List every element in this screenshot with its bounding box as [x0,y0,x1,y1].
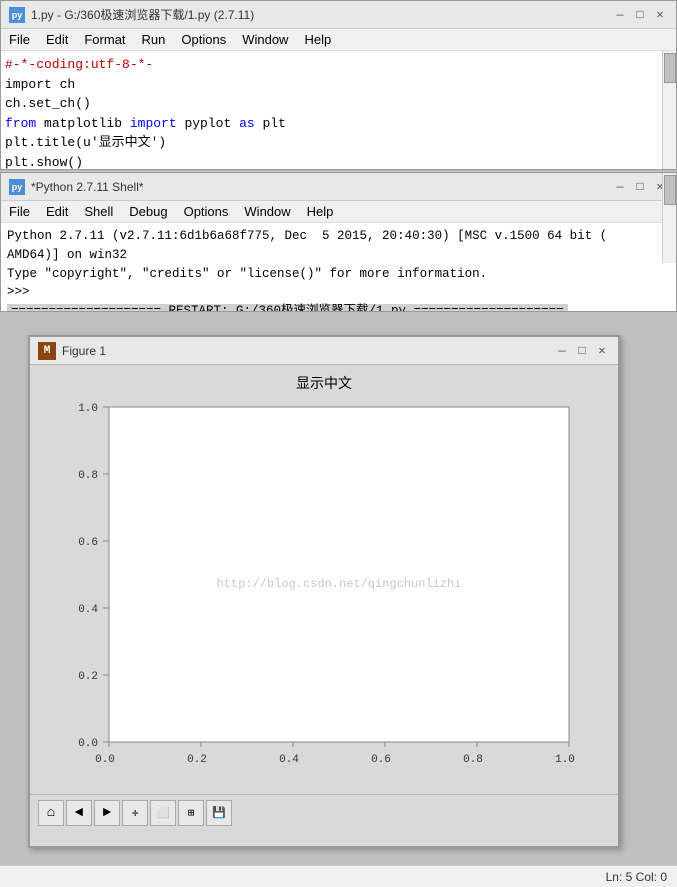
editor-menubar: File Edit Format Run Options Window Help [1,29,676,51]
code-line-4: from matplotlib import pyplot as plt [5,116,286,131]
toolbar-back-btn[interactable]: ◄ [66,800,92,826]
code-line-1: #-*-coding:utf-8-*- [5,57,153,72]
svg-text:http://blog.csdn.net/qingchunl: http://blog.csdn.net/qingchunlizhi [217,577,462,591]
figure-title-text: Figure 1 [62,344,106,358]
svg-text:1.0: 1.0 [555,754,575,766]
editor-menu-help[interactable]: Help [296,29,339,50]
figure-close-btn[interactable]: ✕ [594,343,610,359]
editor-menu-options[interactable]: Options [173,29,234,50]
shell-scrollbar[interactable] [662,223,676,263]
shell-menu-debug[interactable]: Debug [121,201,175,222]
figure-maximize-btn[interactable]: □ [574,343,590,359]
editor-maximize-btn[interactable]: □ [632,7,648,23]
editor-menu-edit[interactable]: Edit [38,29,76,50]
editor-title-text: 1.py - G:/360极速浏览器下载/1.py (2.7.11) [31,6,254,23]
figure-minimize-btn[interactable]: — [554,343,570,359]
shell-icon: py [9,179,25,195]
figure-title-bar: M Figure 1 — □ ✕ [30,337,618,365]
status-text: Ln: 5 Col: 0 [606,870,667,884]
code-line-3: ch.set_ch() [5,96,91,111]
editor-scrollbar[interactable] [662,51,676,169]
editor-menu-file[interactable]: File [1,29,38,50]
svg-text:0.6: 0.6 [78,537,98,549]
shell-menu-file[interactable]: File [1,201,38,222]
editor-menu-window[interactable]: Window [234,29,296,50]
editor-minimize-btn[interactable]: — [612,7,628,23]
shell-window: py *Python 2.7.11 Shell* — □ ✕ File Edit… [0,172,677,312]
figure-title-left: M Figure 1 [38,342,106,360]
shell-title-bar: py *Python 2.7.11 Shell* — □ ✕ [1,173,676,201]
figure-icon: M [38,342,56,360]
svg-text:0.8: 0.8 [463,754,483,766]
editor-icon: py [9,7,25,23]
toolbar-subplot-btn[interactable]: ⊞ [178,800,204,826]
editor-menu-format[interactable]: Format [76,29,133,50]
shell-title-left: py *Python 2.7.11 Shell* [9,179,144,195]
shell-menu-shell[interactable]: Shell [76,201,121,222]
editor-title-bar: py 1.py - G:/360极速浏览器下载/1.py (2.7.11) — … [1,1,676,29]
shell-window-controls: — □ ✕ [612,179,668,195]
plot-title: 显示中文 [40,373,608,393]
editor-window-controls: — □ ✕ [612,7,668,23]
editor-scrollbar-thumb[interactable] [664,53,676,83]
svg-text:0.2: 0.2 [78,671,98,683]
svg-text:0.0: 0.0 [95,754,115,766]
shell-menu-help[interactable]: Help [299,201,342,222]
restart-line: ==================== RESTART: G:/360极速浏览… [7,304,568,311]
figure-content: 显示中文 0.0 0.2 [30,365,618,794]
plot-svg: 0.0 0.2 0.4 0.6 0.8 1.0 0.0 0.2 [54,397,594,777]
toolbar-zoom-btn[interactable]: ⬜ [150,800,176,826]
editor-close-btn[interactable]: ✕ [652,7,668,23]
plot-area: 0.0 0.2 0.4 0.6 0.8 1.0 0.0 0.2 [40,397,608,787]
figure-window: M Figure 1 — □ ✕ 显示中文 [28,335,620,848]
svg-text:0.8: 0.8 [78,470,98,482]
figure-window-controls: — □ ✕ [554,343,610,359]
svg-text:0.2: 0.2 [187,754,207,766]
svg-text:0.0: 0.0 [78,738,98,750]
shell-output: Python 2.7.11 (v2.7.11:6d1b6a68f775, Dec… [7,227,670,311]
toolbar-home-btn[interactable]: ⌂ [38,800,64,826]
editor-title-left: py 1.py - G:/360极速浏览器下载/1.py (2.7.11) [9,6,254,23]
shell-menubar: File Edit Shell Debug Options Window Hel… [1,201,676,223]
shell-title-text: *Python 2.7.11 Shell* [31,180,144,194]
shell-maximize-btn[interactable]: □ [632,179,648,195]
svg-text:0.4: 0.4 [279,754,299,766]
svg-text:0.6: 0.6 [371,754,391,766]
shell-menu-window[interactable]: Window [236,201,298,222]
plot-container: 显示中文 0.0 0.2 [40,373,608,786]
toolbar-save-btn[interactable]: 💾 [206,800,232,826]
svg-text:1.0: 1.0 [78,403,98,415]
svg-text:0.4: 0.4 [78,604,98,616]
editor-content[interactable]: #-*-coding:utf-8-*- import ch ch.set_ch(… [1,51,676,169]
toolbar-forward-btn[interactable]: ► [94,800,120,826]
shell-menu-edit[interactable]: Edit [38,201,76,222]
status-bar: Ln: 5 Col: 0 [0,865,677,887]
code-line-5: plt.title(u'显示中文') [5,135,166,150]
shell-menu-options[interactable]: Options [176,201,237,222]
shell-content[interactable]: Python 2.7.11 (v2.7.11:6d1b6a68f775, Dec… [1,223,676,311]
toolbar-pan-btn[interactable]: ✛ [122,800,148,826]
figure-toolbar: ⌂ ◄ ► ✛ ⬜ ⊞ 💾 [30,794,618,830]
shell-minimize-btn[interactable]: — [612,179,628,195]
editor-window: py 1.py - G:/360极速浏览器下载/1.py (2.7.11) — … [0,0,677,170]
code-line-2: import ch [5,77,75,92]
code-line-6: plt.show() [5,155,83,170]
editor-menu-run[interactable]: Run [134,29,174,50]
